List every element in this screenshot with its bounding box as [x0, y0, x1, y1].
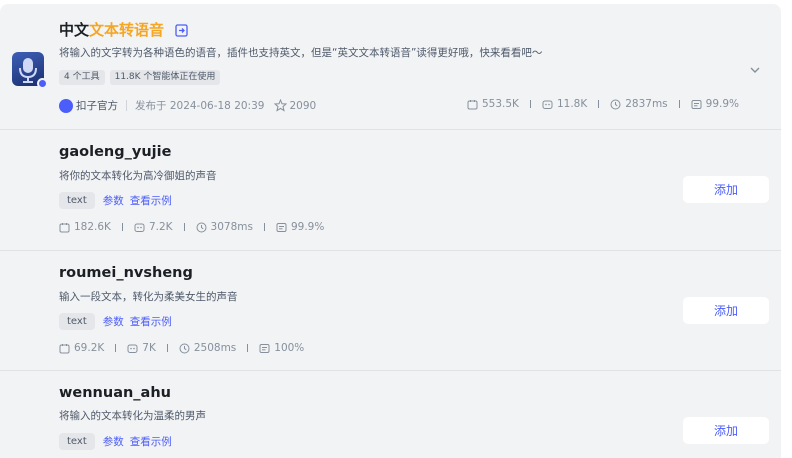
bot-usage-tag: 11.8K 个智能体正在使用 [109, 70, 221, 85]
verified-badge-icon [37, 78, 48, 89]
plugin-tags: 4 个工具 11.8K 个智能体正在使用 [59, 70, 221, 85]
latency-stat: 2837ms [610, 98, 668, 110]
clock-icon [610, 99, 621, 109]
add-tool-button[interactable]: 添加 [683, 297, 769, 324]
params-link[interactable]: 参数 [103, 193, 124, 208]
bots-stat: 11.8K [542, 98, 587, 110]
tool-name: gaoleng_yujie [59, 144, 172, 160]
tool-description: 将输入的文本转化为温柔的男声 [59, 410, 206, 422]
success-rate-icon [259, 343, 270, 353]
plugin-logo [12, 52, 48, 89]
tool-params-row: text 参数 查看示例 [59, 313, 172, 330]
open-external-icon[interactable] [175, 24, 188, 37]
tool-params-row: text 参数 查看示例 [59, 433, 172, 450]
latency-stat: 2508ms [179, 342, 236, 354]
latency-value: 2508ms [193, 342, 237, 354]
success-stat: 99.9% [276, 221, 324, 233]
add-tool-button[interactable]: 添加 [683, 176, 769, 203]
tool-item: roumei_nvsheng 输入一段文本，转化为柔美女生的声音 text 参数… [0, 251, 781, 371]
success-stat: 99.9% [691, 98, 739, 110]
star-count: 2090 [289, 99, 317, 112]
meta-divider [126, 100, 127, 111]
params-link[interactable]: 参数 [103, 434, 124, 449]
bot-icon [542, 100, 553, 109]
plugin-title-highlight: 文本转语音 [89, 21, 165, 39]
chevron-down-icon[interactable] [748, 63, 762, 77]
calls-icon [467, 99, 478, 109]
publish-date: 发布于 2024-06-18 20:39 [135, 100, 265, 112]
param-tag: text [59, 433, 95, 450]
calls-stat: 69.2K [59, 342, 104, 354]
plugin-meta: 扣子官方 发布于 2024-06-18 20:39 2090 [59, 98, 316, 113]
calls-icon [59, 222, 70, 232]
latency-value: 3078ms [210, 221, 253, 233]
param-tag: text [59, 192, 95, 209]
params-link[interactable]: 参数 [103, 314, 124, 329]
bots-value: 7K [142, 342, 156, 354]
calls-value: 182.6K [74, 221, 111, 233]
calls-stat: 553.5K [467, 98, 519, 110]
tool-params-row: text 参数 查看示例 [59, 192, 172, 209]
bot-icon [134, 223, 145, 232]
bots-stat: 7K [127, 342, 156, 354]
param-tag: text [59, 313, 95, 330]
view-example-link[interactable]: 查看示例 [130, 193, 172, 208]
calls-value: 69.2K [74, 342, 105, 354]
plugin-title: 中文文本转语音 [59, 19, 188, 40]
tool-item: gaoleng_yujie 将你的文本转化为高冷御姐的声音 text 参数 查看… [0, 130, 781, 250]
success-value: 99.9% [290, 221, 325, 233]
success-value: 99.9% [705, 98, 739, 110]
plugin-header: 中文文本转语音 将输入的文字转为各种语色的语音，插件也支持英文，但是“英文文本转… [0, 4, 781, 130]
bot-icon [127, 344, 138, 353]
star-button[interactable]: 2090 [274, 99, 316, 112]
latency-value: 2837ms [625, 98, 668, 110]
clock-icon [196, 222, 207, 232]
success-rate-icon [691, 99, 702, 109]
calls-stat: 182.6K [59, 221, 111, 233]
star-icon [274, 99, 288, 112]
plugin-description: 将输入的文字转为各种语色的语音，插件也支持英文，但是“英文文本转语音”读得更好哦… [59, 47, 543, 59]
success-rate-icon [276, 222, 287, 232]
tool-name: wennuan_ahu [59, 385, 171, 401]
calls-value: 553.5K [482, 98, 519, 110]
tool-item: wennuan_ahu 将输入的文本转化为温柔的男声 text 参数 查看示例 … [0, 371, 781, 458]
add-tool-button[interactable]: 添加 [683, 417, 769, 444]
success-stat: 100% [259, 342, 304, 354]
success-value: 100% [274, 342, 305, 354]
calls-icon [59, 343, 70, 353]
tool-stats: 69.2K 7K 2508ms 100% [59, 342, 304, 354]
plugin-stats: 553.5K 11.8K 2837ms 99.9% [467, 98, 739, 110]
tool-description: 将你的文本转化为高冷御姐的声音 [59, 170, 217, 182]
clock-icon [179, 343, 190, 353]
author-avatar-icon [59, 98, 73, 113]
view-example-link[interactable]: 查看示例 [130, 314, 172, 329]
bots-value: 11.8K [556, 98, 588, 110]
tool-count-tag: 4 个工具 [59, 70, 105, 85]
tool-stats: 182.6K 7.2K 3078ms 99.9% [59, 221, 324, 233]
view-example-link[interactable]: 查看示例 [130, 434, 172, 449]
bots-value: 7.2K [148, 221, 173, 233]
plugin-author[interactable]: 扣子官方 [76, 98, 118, 113]
bots-stat: 7.2K [134, 221, 173, 233]
tool-name: roumei_nvsheng [59, 265, 193, 281]
latency-stat: 3078ms [196, 221, 253, 233]
plugin-title-prefix: 中文 [59, 21, 90, 39]
tool-description: 输入一段文本，转化为柔美女生的声音 [59, 291, 238, 303]
